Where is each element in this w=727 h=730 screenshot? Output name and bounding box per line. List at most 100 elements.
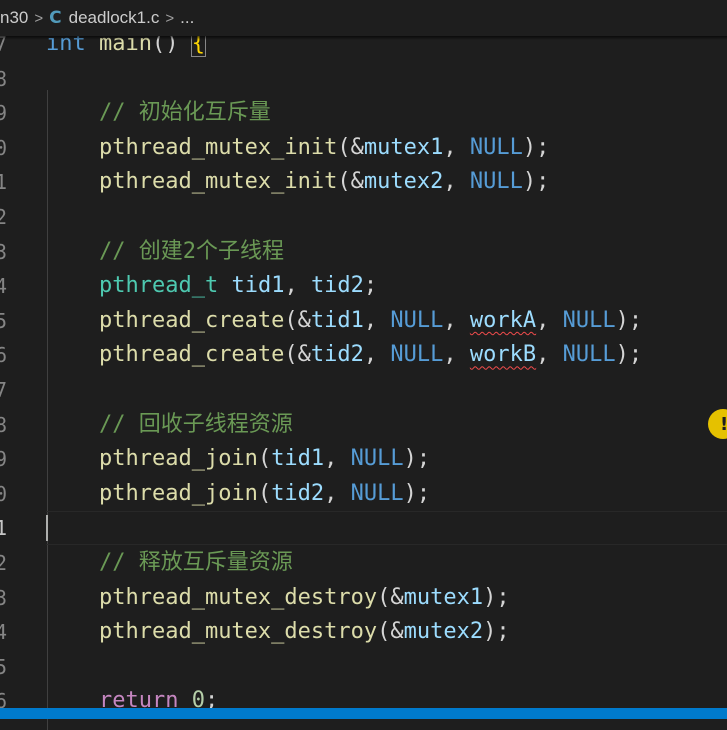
code-token: mutex1	[403, 584, 484, 610]
line-number: 4	[0, 274, 7, 299]
code-token: pthread_create	[98, 307, 285, 333]
code-line[interactable]: 4 pthread_t tid1, tid2;	[0, 269, 727, 303]
code-token: // 释放互斥量资源	[98, 550, 293, 575]
code-line[interactable]: 6 pthread_create(&tid2, NULL, workB, NUL…	[0, 338, 727, 372]
code-token: pthread_mutex_destroy	[98, 584, 378, 610]
code-token: (&	[284, 342, 311, 368]
line-number: 3	[0, 585, 7, 610]
chevron-right-icon: >	[165, 9, 175, 27]
line-number: 9	[0, 447, 7, 472]
code-token: );	[615, 307, 643, 333]
code-token: NULL	[350, 446, 404, 472]
code-line[interactable]: 2 // 释放互斥量资源	[0, 546, 727, 580]
code-token: );	[403, 446, 431, 472]
code-token: NULL	[562, 342, 616, 368]
code-token: ;	[363, 273, 378, 299]
code-token: tid1	[231, 273, 285, 299]
code-token: );	[483, 619, 510, 645]
scroll-shadow	[0, 36, 727, 40]
code-text: // 回收子线程资源	[46, 408, 293, 442]
code-token: (&	[284, 307, 311, 333]
breadcrumb-symbol[interactable]: ...	[180, 8, 194, 28]
code-token: NULL	[562, 307, 616, 333]
code-token: // 回收子线程资源	[98, 411, 293, 437]
code-token: ,	[536, 342, 563, 368]
code-text: // 创建2个子线程	[46, 235, 284, 269]
code-token: ,	[443, 342, 470, 368]
code-line[interactable]: 9 // 初始化互斥量	[0, 96, 727, 130]
line-number: 5	[0, 654, 7, 679]
code-token: tid2	[310, 273, 364, 299]
code-token: NULL	[390, 342, 444, 368]
code-line[interactable]: 0 pthread_mutex_init(&mutex1, NULL);	[0, 131, 727, 165]
code-token: NULL	[390, 307, 444, 333]
code-token: ,	[443, 169, 470, 195]
code-token: );	[615, 342, 643, 368]
code-line[interactable]: 7	[0, 373, 727, 407]
code-token: pthread_mutex_init	[98, 134, 338, 160]
code-token: NULL	[469, 134, 523, 160]
code-token: pthread_mutex_destroy	[98, 619, 378, 645]
status-bar	[0, 708, 727, 719]
code-token: ,	[443, 307, 470, 333]
code-text: pthread_join(tid1, NULL);	[46, 442, 430, 476]
code-line[interactable]: 9 pthread_join(tid1, NULL);	[0, 442, 727, 476]
code-line[interactable]: 1	[0, 511, 727, 545]
code-text: pthread_create(&tid2, NULL, workB, NULL)…	[46, 338, 642, 372]
code-token: ,	[324, 446, 351, 472]
code-token: (&	[337, 169, 364, 195]
code-token: );	[483, 584, 510, 610]
code-token: ,	[324, 480, 351, 506]
code-line[interactable]: 4 pthread_mutex_destroy(&mutex2);	[0, 615, 727, 649]
code-line[interactable]: 1 pthread_mutex_init(&mutex2, NULL);	[0, 165, 727, 199]
code-token: (&	[337, 134, 364, 160]
code-line[interactable]: 2	[0, 200, 727, 234]
line-number: 4	[0, 620, 7, 645]
code-token: // 初始化互斥量	[98, 100, 271, 126]
code-line[interactable]: 8 // 回收子线程资源	[0, 408, 727, 442]
code-token: pthread_join	[98, 480, 258, 506]
code-line[interactable]: 8	[0, 62, 727, 96]
code-line[interactable]: 3 pthread_mutex_destroy(&mutex1);	[0, 581, 727, 615]
line-number: 9	[0, 101, 7, 126]
breadcrumb: n30 > C deadlock1.c > ...	[0, 0, 727, 36]
line-number: 8	[0, 66, 7, 91]
code-line[interactable]: 5 pthread_create(&tid1, NULL, workA, NUL…	[0, 304, 727, 338]
code-line[interactable]: 0 pthread_join(tid2, NULL);	[0, 477, 727, 511]
code-line[interactable]: 5	[0, 650, 727, 684]
code-text: pthread_mutex_init(&mutex1, NULL);	[46, 131, 549, 165]
line-number: 3	[0, 239, 7, 264]
code-line[interactable]: 3 // 创建2个子线程	[0, 235, 727, 269]
code-editor[interactable]: 7 int main() {8 9 // 初始化互斥量 0 pthread_mutex…	[0, 26, 727, 730]
code-token: NULL	[469, 169, 523, 195]
code-token: ,	[536, 307, 563, 333]
code-token: tid1	[271, 446, 325, 472]
code-text: pthread_t tid1, tid2;	[46, 269, 377, 303]
code-token: mutex2	[403, 619, 484, 645]
breadcrumb-folder[interactable]: n30	[0, 8, 28, 28]
code-token: );	[522, 134, 550, 160]
code-text: // 释放互斥量资源	[46, 546, 293, 580]
line-number: 5	[0, 308, 7, 333]
code-token: ,	[443, 134, 470, 160]
code-token: tid2	[271, 480, 325, 506]
line-number: 0	[0, 135, 7, 160]
code-token: pthread_mutex_init	[98, 169, 338, 195]
code-text: pthread_join(tid2, NULL);	[46, 477, 430, 511]
line-number: 1	[0, 516, 7, 541]
code-token: tid1	[310, 307, 364, 333]
code-token: );	[403, 480, 431, 506]
line-number: 2	[0, 205, 7, 229]
breadcrumb-file[interactable]: deadlock1.c	[69, 8, 160, 28]
